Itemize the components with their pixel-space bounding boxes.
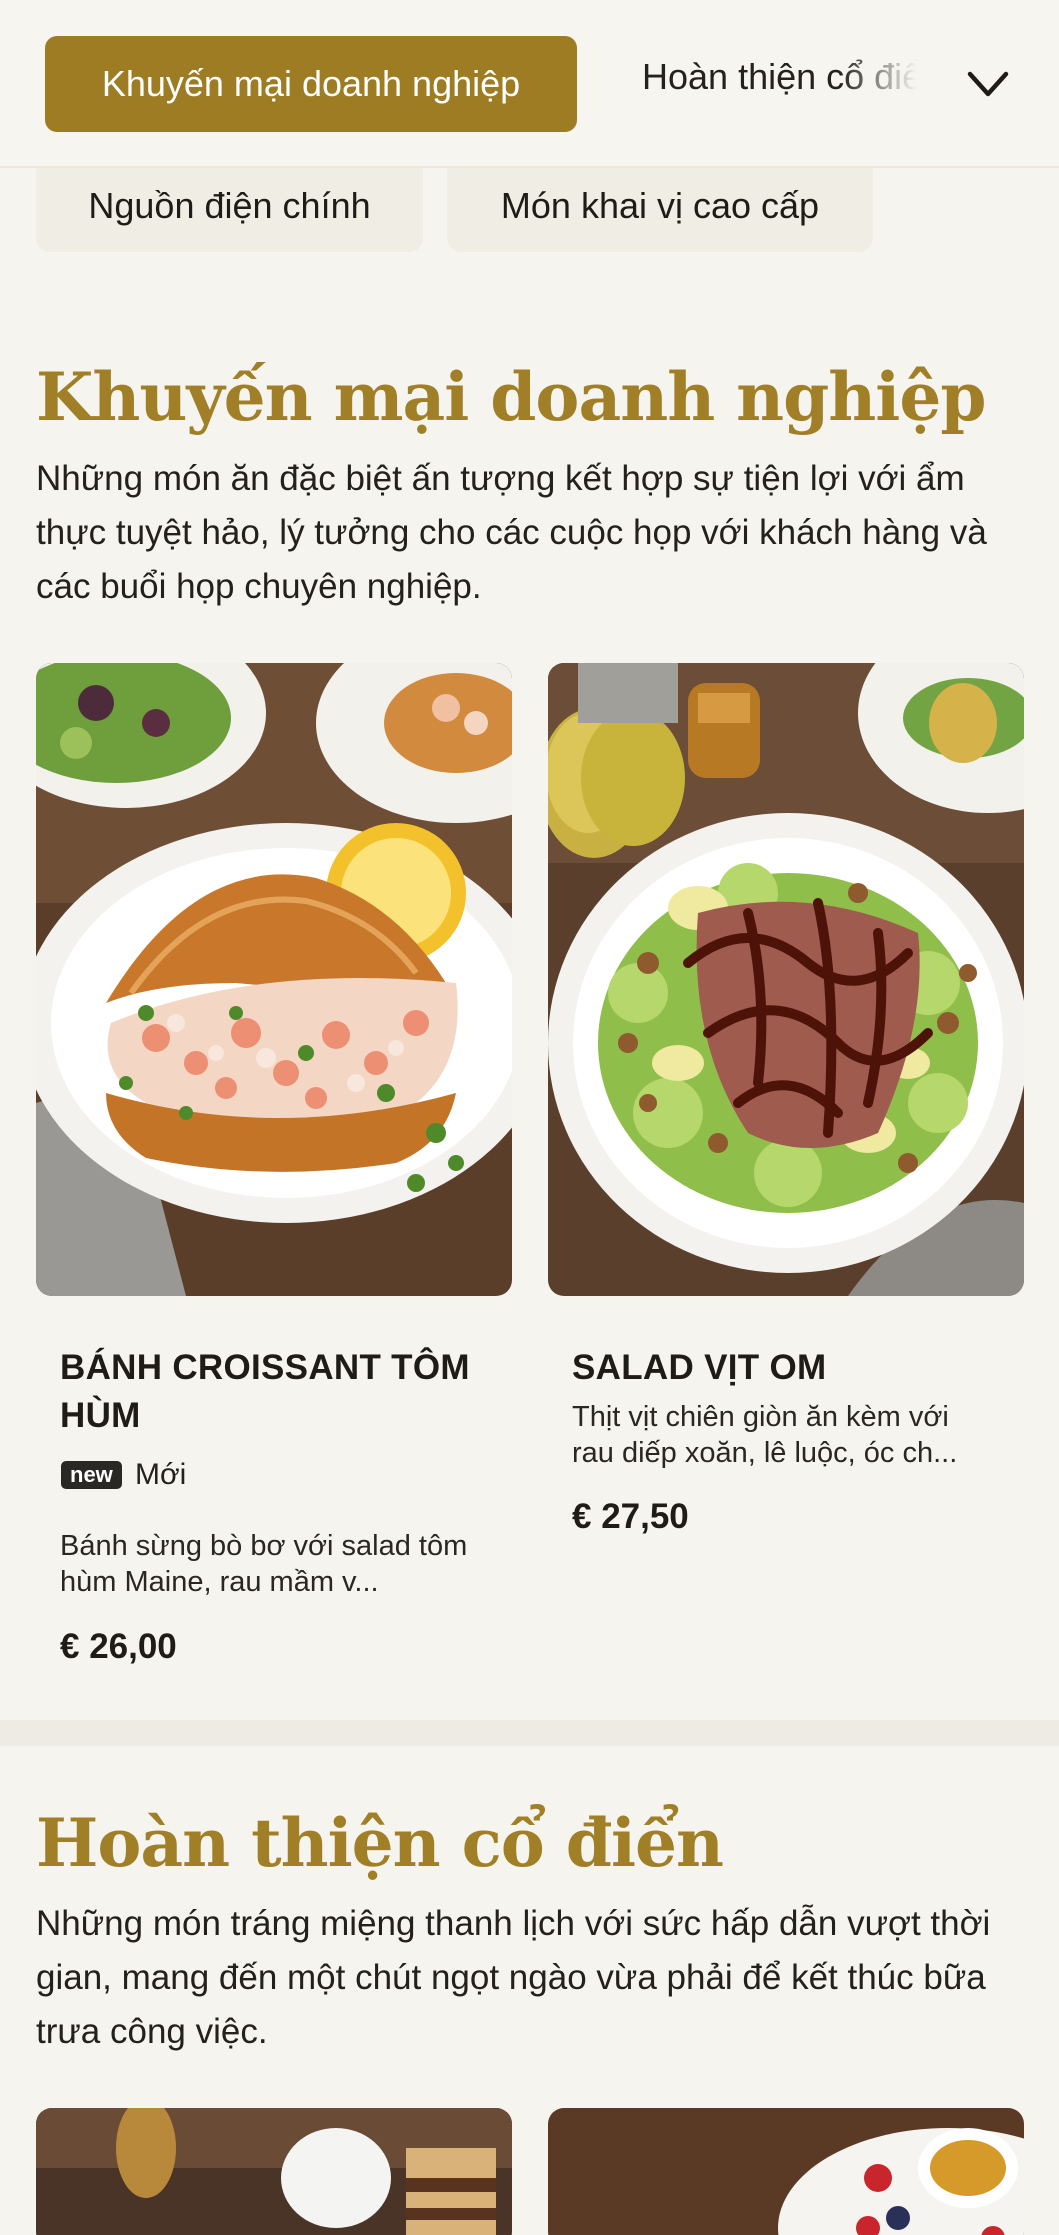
subtab-nguon-dien-chinh[interactable]: Nguồn điện chính	[36, 160, 423, 252]
lobster-croissant-image[interactable]	[36, 663, 512, 1296]
new-badge: new	[61, 1461, 122, 1489]
braised-duck-salad-image[interactable]	[548, 663, 1024, 1296]
item-name[interactable]: BÁNH CROISSANT TÔM HÙM	[60, 1344, 500, 1440]
category-nav: Khuyến mại doanh nghiệp Hoàn thiện cổ đi…	[0, 0, 1059, 168]
section-title: Khuyến mại doanh nghiệp	[36, 358, 987, 436]
section-divider	[0, 1720, 1059, 1746]
item-name[interactable]: SALAD VỊT OM	[572, 1344, 1012, 1392]
subtab-mon-khai-vi-cao-cap[interactable]: Món khai vị cao cấp	[447, 160, 873, 252]
item-description: Thịt vịt chiên giòn ăn kèm với rau diếp …	[572, 1401, 958, 1469]
tab-overflow-fade	[840, 50, 950, 120]
item-price: € 27,50	[572, 1497, 689, 1536]
dessert-image[interactable]	[36, 2108, 512, 2235]
section-title: Hoàn thiện cổ điển	[36, 1804, 724, 1882]
item-description: Bánh sừng bò bơ với salad tôm hùm Maine,…	[60, 1530, 468, 1598]
section-description: Những món tráng miệng thanh lịch với sức…	[36, 1904, 991, 2051]
section-description: Những món ăn đặc biệt ấn tượng kết hợp s…	[36, 459, 987, 606]
dessert-image[interactable]	[548, 2108, 1024, 2235]
badge-label: Mới	[135, 1458, 187, 1491]
chevron-down-icon[interactable]	[964, 60, 1012, 108]
item-price: € 26,00	[60, 1627, 177, 1666]
tab-khuyen-mai-doanh-nghiep[interactable]: Khuyến mại doanh nghiệp	[45, 36, 577, 132]
